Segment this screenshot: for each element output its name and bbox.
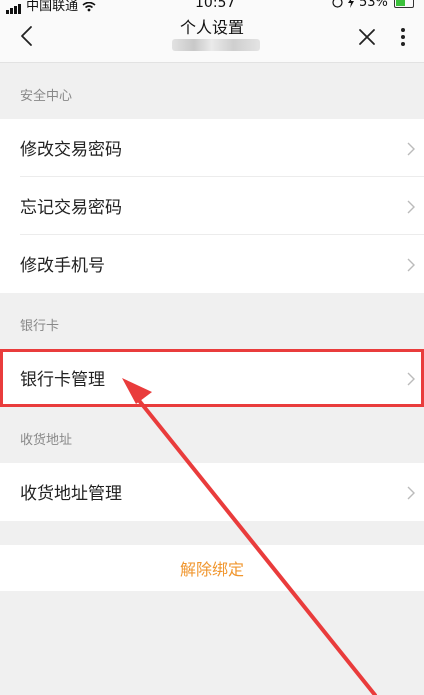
- annotation-arrow-icon: [122, 378, 377, 695]
